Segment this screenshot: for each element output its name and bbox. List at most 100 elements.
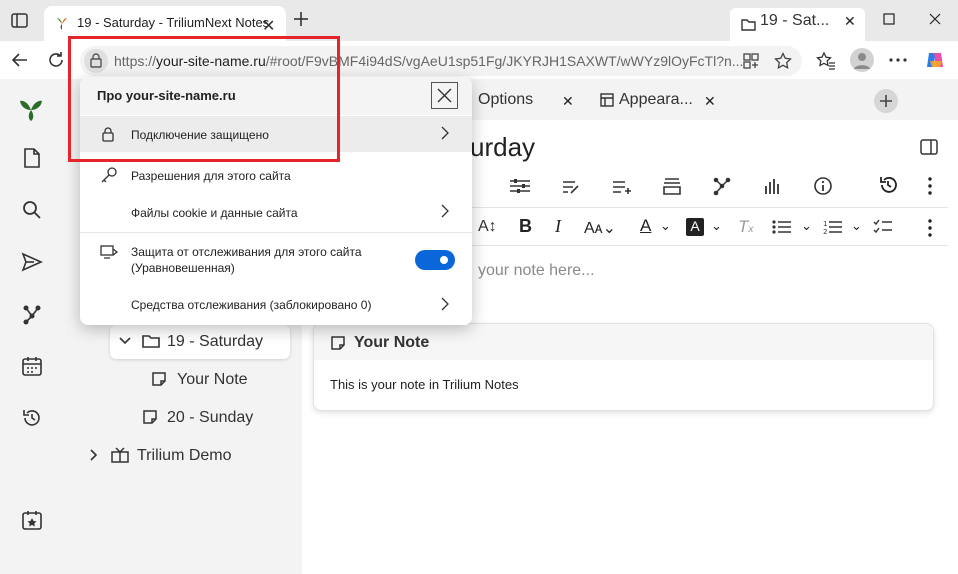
book-icon (111, 447, 129, 463)
add-list-icon[interactable] (612, 179, 632, 195)
editor-placeholder[interactable]: your note here... (478, 262, 595, 280)
tree-item-sunday[interactable]: 20 - Sunday (167, 409, 253, 427)
tree-item-saturday[interactable]: 19 - Saturday (167, 333, 263, 351)
ribbon-divider (472, 207, 948, 208)
history-icon[interactable] (21, 407, 43, 429)
new-note-icon[interactable] (21, 147, 43, 169)
tab-close-icon[interactable]: ✕ (562, 93, 574, 110)
favorites-icon[interactable] (816, 51, 836, 71)
child-note-card[interactable]: Your Note This is your note in Trilium N… (313, 323, 934, 411)
trilium-logo-icon[interactable] (17, 95, 45, 123)
toggle-right-pane-icon[interactable] (920, 139, 938, 155)
tab-close-icon[interactable]: ✕ (844, 13, 856, 30)
tab-saturday-label: 19 - Sat... (760, 12, 830, 29)
chevron-right-icon (441, 297, 449, 311)
bold-icon[interactable]: B (519, 216, 532, 237)
numbered-list-icon[interactable]: 12 (823, 219, 843, 235)
chevron-right-icon (441, 126, 449, 140)
text-size-icon[interactable]: A↕ (478, 218, 497, 236)
tree-item-demo[interactable]: Trilium Demo (137, 447, 232, 465)
more-vertical-icon[interactable] (928, 177, 932, 195)
tab-options[interactable]: Options (478, 91, 533, 123)
chevron-down-icon[interactable] (118, 336, 132, 346)
cookies-label: Файлы cookie и данные сайта (131, 206, 298, 220)
archive-icon[interactable] (662, 177, 682, 195)
key-icon (100, 166, 118, 184)
today-calendar-icon[interactable] (21, 509, 43, 531)
new-tab-icon[interactable] (292, 10, 310, 28)
appearance-icon (600, 93, 614, 107)
edit-list-icon[interactable] (562, 179, 580, 195)
reload-icon[interactable] (46, 50, 66, 70)
tab-close-icon[interactable]: ✕ (262, 16, 275, 36)
favorite-star-icon[interactable] (774, 52, 792, 70)
chevron-down-icon[interactable]: ⌄ (801, 218, 812, 234)
browser-tab-title: 19 - Saturday - TriliumNext Notes (77, 15, 270, 30)
info-icon[interactable] (813, 176, 833, 196)
note-icon (142, 409, 158, 425)
maximize-icon[interactable] (882, 12, 896, 26)
cookies-row[interactable]: Файлы cookie и данные сайта (80, 198, 472, 226)
italic-icon[interactable]: I (555, 216, 561, 237)
tracking-prevention-icon (100, 244, 118, 260)
settings-sliders-icon[interactable] (509, 177, 531, 195)
card-header: Your Note (314, 324, 933, 360)
user-icon (854, 53, 870, 69)
tracking-row: Защита от отслеживания для этого сайта (… (80, 239, 472, 279)
todo-list-icon[interactable] (873, 219, 893, 235)
bar-chart-icon[interactable] (764, 177, 782, 195)
chevron-down-icon[interactable]: ⌄ (660, 218, 671, 234)
svg-text:2: 2 (823, 228, 827, 235)
bulleted-list-icon[interactable] (772, 219, 792, 235)
search-icon[interactable] (21, 199, 43, 221)
note-icon (151, 371, 167, 387)
more-vertical-icon[interactable] (928, 219, 932, 237)
tracking-label: Защита от отслеживания для этого сайта (131, 245, 362, 259)
trackers-row[interactable]: Средства отслеживания (заблокировано 0) (80, 293, 472, 317)
add-tab-button[interactable] (874, 89, 898, 113)
highlight-color-icon[interactable]: A (686, 218, 704, 236)
relation-map-icon[interactable] (21, 303, 43, 325)
close-icon (437, 88, 452, 103)
card-body-text: This is your note in Trilium Notes (330, 377, 519, 392)
tracking-toggle[interactable] (415, 250, 455, 270)
sidebar-toggle-icon[interactable] (10, 12, 30, 30)
profile-avatar[interactable] (850, 48, 874, 72)
launcher-bar (0, 79, 62, 574)
copilot-icon[interactable] (924, 49, 946, 71)
chevron-down-icon[interactable]: ⌄ (851, 218, 862, 234)
tree-item-your-note[interactable]: Your Note (177, 371, 248, 389)
chevron-right-icon[interactable] (89, 448, 99, 462)
annotation-highlight-box (68, 36, 340, 162)
font-size-icon[interactable]: Aᴀ⌄ (584, 218, 616, 238)
svg-text:1: 1 (823, 220, 827, 228)
note-map-icon[interactable] (712, 176, 732, 196)
font-color-icon[interactable]: A (640, 216, 651, 236)
chevron-right-icon (441, 204, 449, 218)
back-icon[interactable] (10, 50, 30, 70)
calendar-icon[interactable] (21, 355, 43, 377)
app-available-icon[interactable] (742, 52, 760, 70)
popup-close-button[interactable] (431, 82, 458, 109)
permissions-row[interactable]: Разрешения для этого сайта (80, 163, 472, 189)
tab-saturday[interactable]: 19 - Sat... ✕ (730, 8, 865, 41)
note-title[interactable]: urday (470, 132, 535, 163)
send-icon[interactable] (21, 251, 43, 273)
permissions-label: Разрешения для этого сайта (131, 169, 291, 183)
remove-format-icon[interactable]: Tx (738, 217, 753, 237)
tab-appearance[interactable]: Appeara... (619, 91, 693, 123)
trilium-favicon-icon (54, 15, 70, 31)
trackers-label: Средства отслеживания (заблокировано 0) (131, 298, 372, 312)
popup-divider (80, 232, 472, 233)
toggle-knob (440, 256, 448, 264)
note-icon (330, 335, 346, 351)
folder-icon (142, 333, 160, 349)
tab-close-icon[interactable]: ✕ (704, 93, 716, 110)
close-window-icon[interactable] (928, 12, 942, 26)
chevron-down-icon[interactable]: ⌄ (711, 218, 722, 234)
revision-history-icon[interactable] (878, 175, 898, 195)
toolbar-divider (472, 245, 948, 246)
card-title[interactable]: Your Note (354, 334, 429, 352)
tracking-level: (Уравновешенная) (131, 261, 235, 275)
more-dots-icon[interactable] (889, 58, 907, 62)
